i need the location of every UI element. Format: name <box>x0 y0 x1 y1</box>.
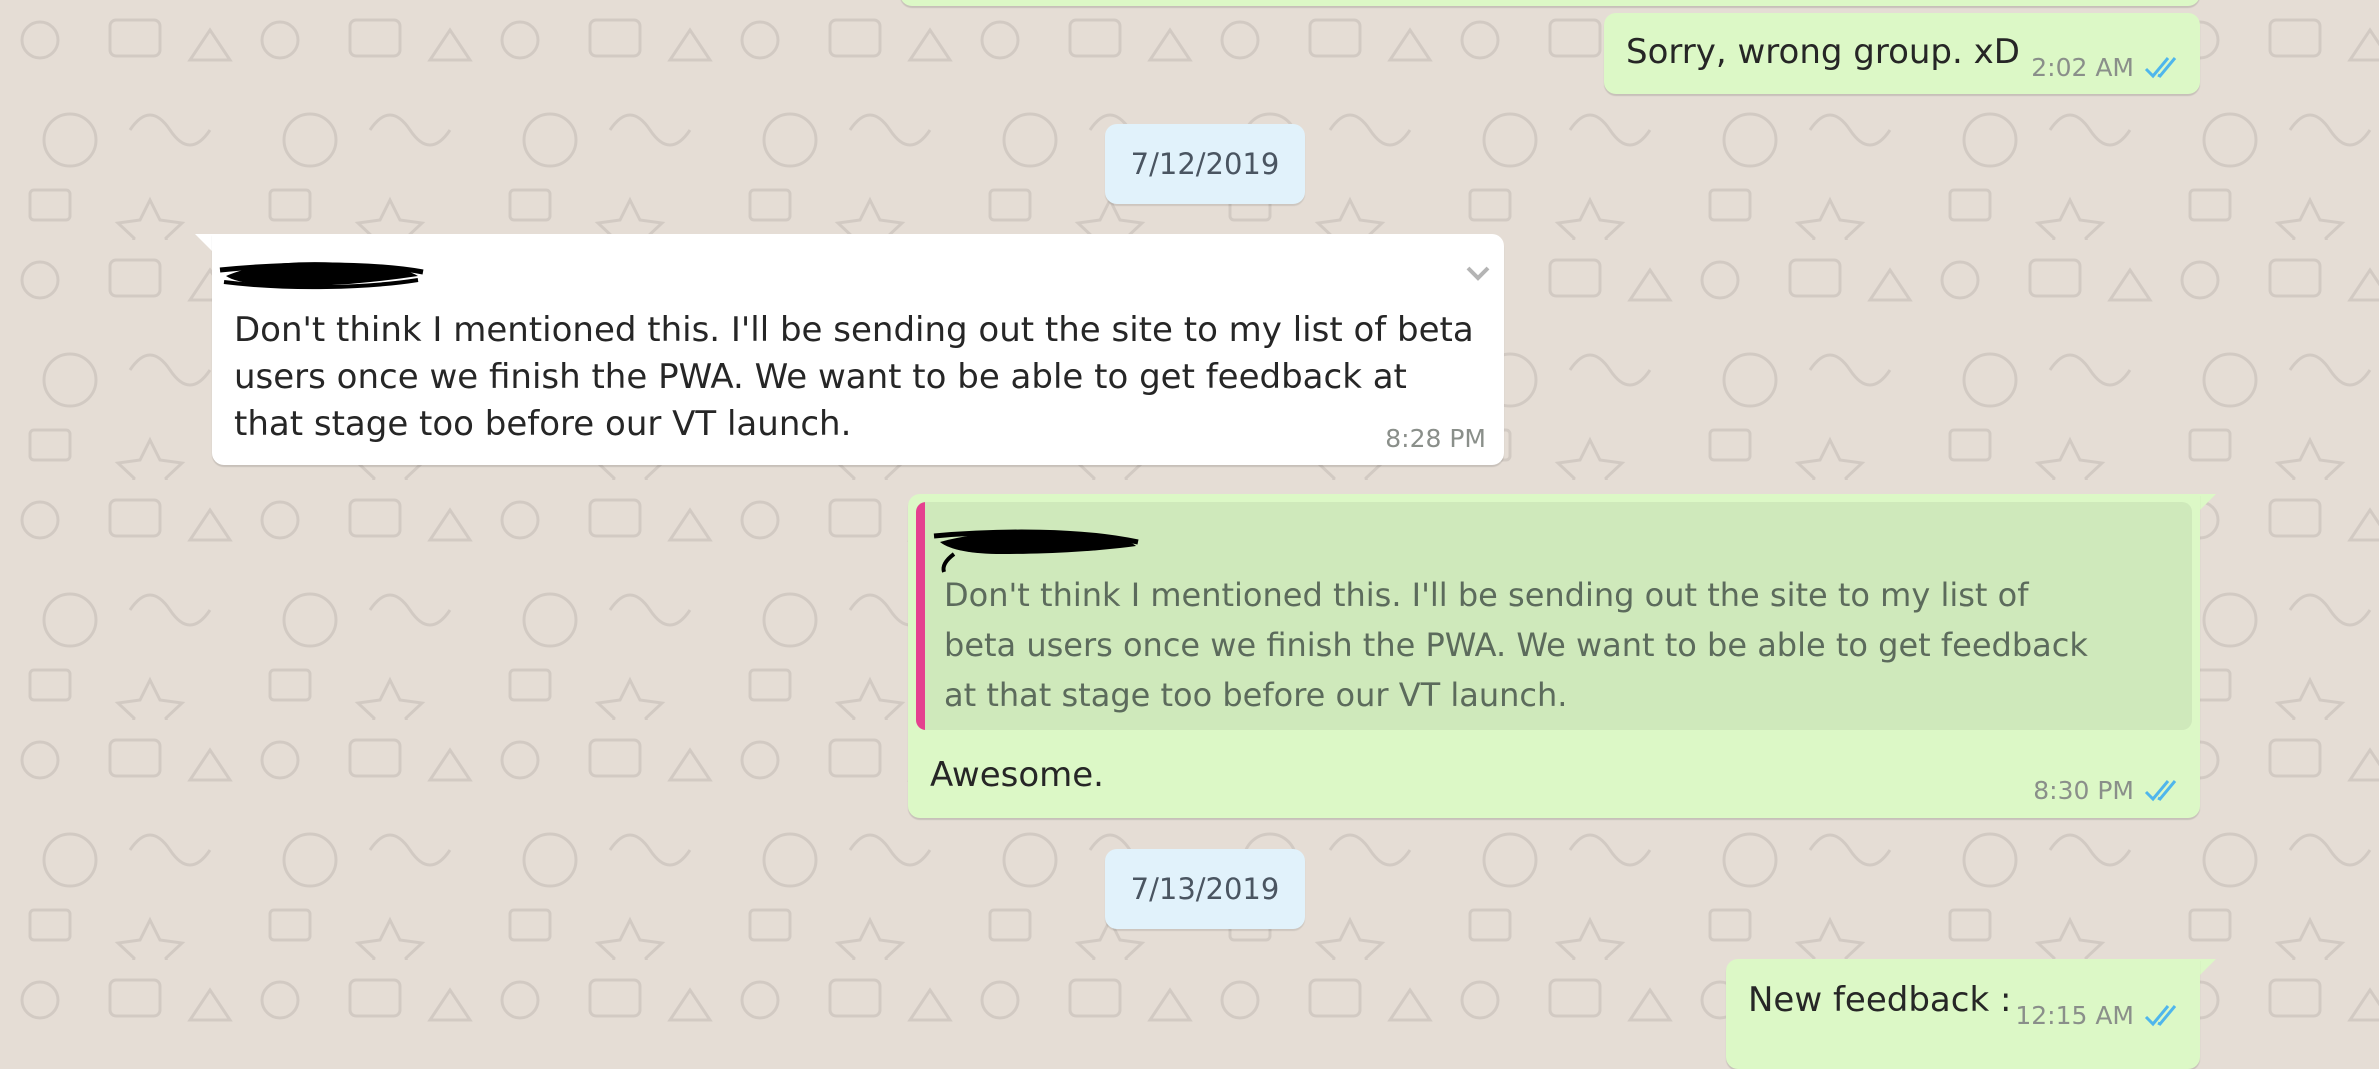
message-text: Awesome. <box>930 755 1104 795</box>
message-meta: 12:15 AM <box>2015 1001 2184 1030</box>
redacted-sender-name <box>219 262 424 290</box>
quoted-message[interactable]: Don't think I mentioned this. I'll be se… <box>916 502 2192 730</box>
message-text: New feedback : <box>1748 980 2012 1020</box>
message-time: 8:28 PM <box>1385 424 1486 453</box>
previous-message-bubble[interactable] <box>900 0 2200 6</box>
message-meta: 2:02 AM <box>2031 53 2184 82</box>
message-bubble-incoming[interactable]: Don't think I mentioned this. I'll be se… <box>212 234 1504 465</box>
message-text: Don't think I mentioned this. I'll be se… <box>234 310 1474 444</box>
chat-message-list: Sorry, wrong group. xD 2:02 AM 7/12/2019… <box>0 0 2379 1069</box>
redacted-quoted-sender-name <box>933 529 1139 573</box>
double-check-read-icon <box>2144 56 2184 80</box>
message-bubble-outgoing[interactable]: New feedback : 12:15 AM <box>1726 959 2200 1069</box>
message-time: 2:02 AM <box>2031 53 2134 82</box>
date-separator: 7/12/2019 <box>1105 124 1305 204</box>
chevron-down-icon[interactable] <box>1464 262 1492 284</box>
double-check-read-icon <box>2144 1004 2184 1028</box>
message-time: 12:15 AM <box>2015 1001 2134 1030</box>
quoted-message-text: Don't think I mentioned this. I'll be se… <box>944 576 2088 714</box>
message-time: 8:30 PM <box>2033 776 2134 805</box>
date-separator: 7/13/2019 <box>1105 849 1305 929</box>
message-text: Sorry, wrong group. xD <box>1626 32 2020 72</box>
quote-accent-bar <box>916 502 925 730</box>
message-meta: 8:30 PM <box>2033 776 2184 805</box>
double-check-read-icon <box>2144 779 2184 803</box>
message-bubble-outgoing[interactable]: Sorry, wrong group. xD 2:02 AM <box>1604 13 2200 94</box>
message-bubble-outgoing-reply[interactable]: Don't think I mentioned this. I'll be se… <box>908 494 2200 818</box>
message-meta: 8:28 PM <box>1385 424 1486 453</box>
